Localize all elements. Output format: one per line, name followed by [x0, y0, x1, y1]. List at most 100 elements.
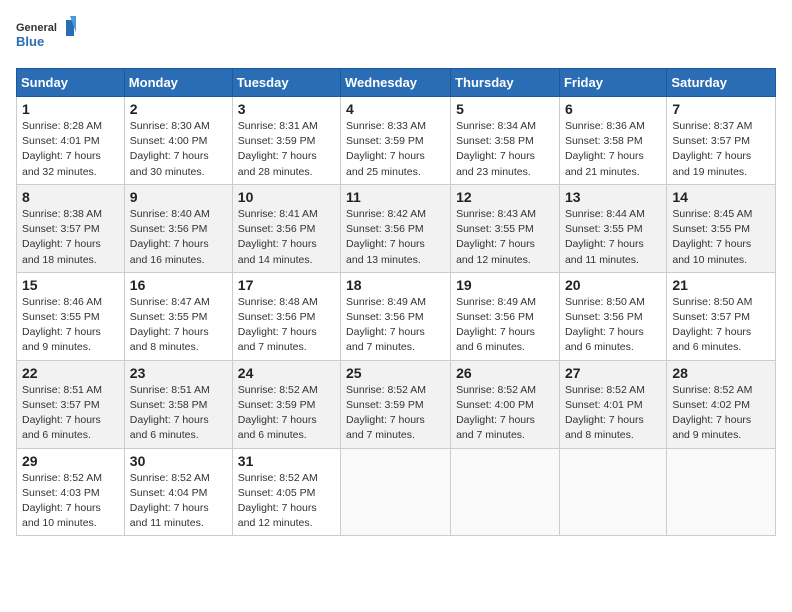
calendar-cell: 3 Sunrise: 8:31 AMSunset: 3:59 PMDayligh… [232, 97, 340, 185]
calendar-cell: 13 Sunrise: 8:44 AMSunset: 3:55 PMDaylig… [559, 184, 666, 272]
weekday-header-saturday: Saturday [667, 69, 776, 97]
day-info: Sunrise: 8:51 AMSunset: 3:57 PMDaylight:… [22, 383, 119, 444]
calendar-cell: 21 Sunrise: 8:50 AMSunset: 3:57 PMDaylig… [667, 272, 776, 360]
calendar-week-1: 1 Sunrise: 8:28 AMSunset: 4:01 PMDayligh… [17, 97, 776, 185]
day-number: 24 [238, 365, 335, 381]
day-info: Sunrise: 8:30 AMSunset: 4:00 PMDaylight:… [130, 119, 227, 180]
weekday-header-sunday: Sunday [17, 69, 125, 97]
day-number: 4 [346, 101, 445, 117]
calendar-cell [451, 448, 560, 536]
weekday-header-thursday: Thursday [451, 69, 560, 97]
weekday-header-monday: Monday [124, 69, 232, 97]
calendar-cell: 26 Sunrise: 8:52 AMSunset: 4:00 PMDaylig… [451, 360, 560, 448]
calendar-cell: 16 Sunrise: 8:47 AMSunset: 3:55 PMDaylig… [124, 272, 232, 360]
logo: General Blue [16, 16, 76, 56]
calendar-cell: 14 Sunrise: 8:45 AMSunset: 3:55 PMDaylig… [667, 184, 776, 272]
calendar-cell: 10 Sunrise: 8:41 AMSunset: 3:56 PMDaylig… [232, 184, 340, 272]
day-info: Sunrise: 8:52 AMSunset: 3:59 PMDaylight:… [346, 383, 445, 444]
day-info: Sunrise: 8:52 AMSunset: 4:03 PMDaylight:… [22, 471, 119, 532]
day-info: Sunrise: 8:46 AMSunset: 3:55 PMDaylight:… [22, 295, 119, 356]
calendar-cell: 11 Sunrise: 8:42 AMSunset: 3:56 PMDaylig… [341, 184, 451, 272]
calendar-cell: 15 Sunrise: 8:46 AMSunset: 3:55 PMDaylig… [17, 272, 125, 360]
day-number: 28 [672, 365, 770, 381]
logo-svg: General Blue [16, 16, 76, 56]
day-info: Sunrise: 8:52 AMSunset: 4:02 PMDaylight:… [672, 383, 770, 444]
calendar-cell [341, 448, 451, 536]
calendar-cell: 18 Sunrise: 8:49 AMSunset: 3:56 PMDaylig… [341, 272, 451, 360]
day-info: Sunrise: 8:52 AMSunset: 4:00 PMDaylight:… [456, 383, 554, 444]
day-info: Sunrise: 8:36 AMSunset: 3:58 PMDaylight:… [565, 119, 661, 180]
calendar-cell [667, 448, 776, 536]
day-info: Sunrise: 8:34 AMSunset: 3:58 PMDaylight:… [456, 119, 554, 180]
day-number: 5 [456, 101, 554, 117]
day-info: Sunrise: 8:37 AMSunset: 3:57 PMDaylight:… [672, 119, 770, 180]
day-number: 30 [130, 453, 227, 469]
calendar-cell: 25 Sunrise: 8:52 AMSunset: 3:59 PMDaylig… [341, 360, 451, 448]
day-number: 14 [672, 189, 770, 205]
calendar-cell: 6 Sunrise: 8:36 AMSunset: 3:58 PMDayligh… [559, 97, 666, 185]
day-number: 3 [238, 101, 335, 117]
day-number: 11 [346, 189, 445, 205]
day-info: Sunrise: 8:33 AMSunset: 3:59 PMDaylight:… [346, 119, 445, 180]
weekday-header-tuesday: Tuesday [232, 69, 340, 97]
calendar-cell: 7 Sunrise: 8:37 AMSunset: 3:57 PMDayligh… [667, 97, 776, 185]
calendar-week-5: 29 Sunrise: 8:52 AMSunset: 4:03 PMDaylig… [17, 448, 776, 536]
calendar-table: SundayMondayTuesdayWednesdayThursdayFrid… [16, 68, 776, 536]
day-info: Sunrise: 8:31 AMSunset: 3:59 PMDaylight:… [238, 119, 335, 180]
calendar-cell: 19 Sunrise: 8:49 AMSunset: 3:56 PMDaylig… [451, 272, 560, 360]
day-number: 29 [22, 453, 119, 469]
calendar-cell: 29 Sunrise: 8:52 AMSunset: 4:03 PMDaylig… [17, 448, 125, 536]
day-info: Sunrise: 8:41 AMSunset: 3:56 PMDaylight:… [238, 207, 335, 268]
calendar-week-2: 8 Sunrise: 8:38 AMSunset: 3:57 PMDayligh… [17, 184, 776, 272]
svg-text:Blue: Blue [16, 34, 44, 49]
calendar-cell: 8 Sunrise: 8:38 AMSunset: 3:57 PMDayligh… [17, 184, 125, 272]
day-info: Sunrise: 8:50 AMSunset: 3:56 PMDaylight:… [565, 295, 661, 356]
day-number: 8 [22, 189, 119, 205]
day-number: 23 [130, 365, 227, 381]
calendar-cell: 22 Sunrise: 8:51 AMSunset: 3:57 PMDaylig… [17, 360, 125, 448]
calendar-cell: 5 Sunrise: 8:34 AMSunset: 3:58 PMDayligh… [451, 97, 560, 185]
day-number: 10 [238, 189, 335, 205]
day-number: 9 [130, 189, 227, 205]
day-number: 13 [565, 189, 661, 205]
day-info: Sunrise: 8:51 AMSunset: 3:58 PMDaylight:… [130, 383, 227, 444]
day-info: Sunrise: 8:43 AMSunset: 3:55 PMDaylight:… [456, 207, 554, 268]
weekday-header-wednesday: Wednesday [341, 69, 451, 97]
day-info: Sunrise: 8:52 AMSunset: 3:59 PMDaylight:… [238, 383, 335, 444]
calendar-cell: 20 Sunrise: 8:50 AMSunset: 3:56 PMDaylig… [559, 272, 666, 360]
calendar-cell: 27 Sunrise: 8:52 AMSunset: 4:01 PMDaylig… [559, 360, 666, 448]
day-number: 6 [565, 101, 661, 117]
calendar-cell: 4 Sunrise: 8:33 AMSunset: 3:59 PMDayligh… [341, 97, 451, 185]
calendar-cell: 23 Sunrise: 8:51 AMSunset: 3:58 PMDaylig… [124, 360, 232, 448]
day-number: 20 [565, 277, 661, 293]
day-number: 1 [22, 101, 119, 117]
day-info: Sunrise: 8:52 AMSunset: 4:05 PMDaylight:… [238, 471, 335, 532]
day-number: 7 [672, 101, 770, 117]
calendar-cell: 12 Sunrise: 8:43 AMSunset: 3:55 PMDaylig… [451, 184, 560, 272]
day-number: 19 [456, 277, 554, 293]
day-number: 18 [346, 277, 445, 293]
day-number: 31 [238, 453, 335, 469]
day-info: Sunrise: 8:49 AMSunset: 3:56 PMDaylight:… [456, 295, 554, 356]
day-info: Sunrise: 8:38 AMSunset: 3:57 PMDaylight:… [22, 207, 119, 268]
page-header: General Blue [16, 16, 776, 56]
day-info: Sunrise: 8:49 AMSunset: 3:56 PMDaylight:… [346, 295, 445, 356]
day-number: 12 [456, 189, 554, 205]
day-number: 22 [22, 365, 119, 381]
calendar-cell [559, 448, 666, 536]
day-info: Sunrise: 8:52 AMSunset: 4:04 PMDaylight:… [130, 471, 227, 532]
day-info: Sunrise: 8:50 AMSunset: 3:57 PMDaylight:… [672, 295, 770, 356]
weekday-header-friday: Friday [559, 69, 666, 97]
calendar-cell: 24 Sunrise: 8:52 AMSunset: 3:59 PMDaylig… [232, 360, 340, 448]
day-info: Sunrise: 8:42 AMSunset: 3:56 PMDaylight:… [346, 207, 445, 268]
day-info: Sunrise: 8:44 AMSunset: 3:55 PMDaylight:… [565, 207, 661, 268]
day-number: 16 [130, 277, 227, 293]
day-number: 15 [22, 277, 119, 293]
day-info: Sunrise: 8:47 AMSunset: 3:55 PMDaylight:… [130, 295, 227, 356]
calendar-cell: 30 Sunrise: 8:52 AMSunset: 4:04 PMDaylig… [124, 448, 232, 536]
calendar-week-4: 22 Sunrise: 8:51 AMSunset: 3:57 PMDaylig… [17, 360, 776, 448]
calendar-cell: 9 Sunrise: 8:40 AMSunset: 3:56 PMDayligh… [124, 184, 232, 272]
calendar-cell: 1 Sunrise: 8:28 AMSunset: 4:01 PMDayligh… [17, 97, 125, 185]
day-number: 27 [565, 365, 661, 381]
day-info: Sunrise: 8:48 AMSunset: 3:56 PMDaylight:… [238, 295, 335, 356]
